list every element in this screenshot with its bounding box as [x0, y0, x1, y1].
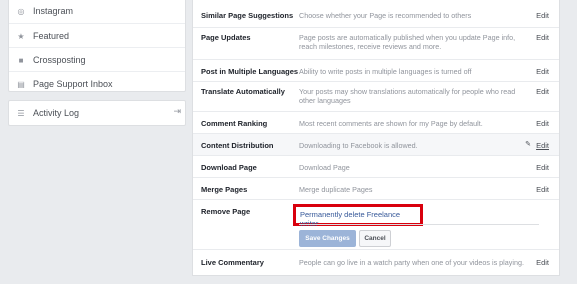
sidebar-activity-log-card: ☰ Activity Log ⇥ [8, 100, 186, 126]
sidebar-item-featured[interactable]: ★ Featured [9, 23, 185, 48]
divider [299, 224, 539, 225]
setting-description: Ability to write posts in multiple langu… [299, 67, 472, 76]
setting-label: Page Updates [201, 33, 251, 42]
edit-link[interactable]: Edit [536, 185, 549, 194]
setting-label: Translate Automatically [201, 87, 285, 96]
setting-row-translate-automatically: Translate Automatically Your posts may s… [193, 81, 559, 112]
setting-row-post-in-multiple-languages: Post in Multiple Languages Ability to wr… [193, 59, 559, 82]
video-camera-icon: ■ [18, 55, 24, 65]
setting-row-content-distribution: Content Distribution Downloading to Face… [193, 133, 559, 156]
setting-row-download-page: Download Page Download Page Edit [193, 155, 559, 178]
sidebar-menu: ◎ Instagram ★ Featured ■ Crossposting ▤ … [8, 0, 186, 92]
setting-row-comment-ranking: Comment Ranking Most recent comments are… [193, 111, 559, 134]
edit-link[interactable]: Edit [536, 33, 549, 42]
setting-row-remove-page: Remove Page Permanently delete Freelance… [193, 199, 559, 250]
setting-label: Merge Pages [201, 185, 248, 194]
setting-label: Comment Ranking [201, 119, 268, 128]
delete-page-highlight: Permanently delete Freelance writer [293, 204, 423, 228]
setting-label: Similar Page Suggestions [201, 11, 294, 20]
setting-row-live-commentary: Live Commentary People can go live in a … [193, 249, 559, 276]
edit-link[interactable]: Edit [536, 67, 549, 76]
sidebar-item-instagram[interactable]: ◎ Instagram [9, 0, 185, 23]
setting-label: Content Distribution [201, 141, 274, 150]
star-icon: ★ [17, 31, 25, 41]
sidebar-item-label: Activity Log [33, 108, 80, 118]
sidebar-item-label: Crossposting [33, 55, 86, 65]
setting-description: Page posts are automatically published w… [299, 33, 516, 51]
setting-row-similar-page-suggestions: Similar Page Suggestions Choose whether … [193, 0, 559, 27]
setting-row-page-updates: Page Updates Page posts are automaticall… [193, 27, 559, 60]
setting-row-merge-pages: Merge Pages Merge duplicate Pages Edit [193, 177, 559, 200]
cancel-button[interactable]: Cancel [359, 230, 391, 247]
sidebar-item-label: Featured [33, 31, 70, 41]
setting-label: Live Commentary [201, 258, 264, 267]
setting-description: Merge duplicate Pages [299, 185, 373, 194]
edit-link[interactable]: Edit [536, 258, 549, 267]
list-icon: ☰ [17, 108, 25, 118]
edit-link[interactable]: Edit [536, 87, 549, 96]
pencil-icon[interactable]: ✎ [525, 140, 531, 148]
edit-link[interactable]: Edit [536, 141, 549, 150]
save-changes-button[interactable]: Save Changes [299, 230, 356, 247]
open-arrow-icon[interactable]: ⇥ [173, 106, 181, 117]
setting-description: Choose whether your Page is recommended … [299, 11, 472, 20]
inbox-icon: ▤ [17, 79, 25, 89]
edit-link[interactable]: Edit [536, 119, 549, 128]
sidebar-item-label: Instagram [33, 6, 74, 16]
setting-description: Most recent comments are shown for my Pa… [299, 119, 483, 128]
sidebar-item-page-support-inbox[interactable]: ▤ Page Support Inbox [9, 71, 185, 96]
edit-link[interactable]: Edit [536, 163, 549, 172]
sidebar-item-crossposting[interactable]: ■ Crossposting [9, 47, 185, 72]
permanently-delete-link[interactable]: Permanently delete Freelance writer [300, 210, 420, 228]
instagram-icon: ◎ [17, 6, 25, 16]
page-settings-panel: Similar Page Suggestions Choose whether … [192, 0, 560, 276]
setting-label: Post in Multiple Languages [201, 67, 299, 76]
sidebar-item-activity-log[interactable]: ☰ Activity Log [9, 101, 185, 125]
setting-description: Downloading to Facebook is allowed. [299, 141, 418, 150]
edit-link[interactable]: Edit [536, 11, 549, 20]
setting-label: Remove Page [201, 207, 251, 216]
setting-description: Your posts may show translations automat… [299, 87, 516, 105]
setting-label: Download Page [201, 163, 257, 172]
setting-description: People can go live in a watch party when… [299, 258, 524, 267]
sidebar-item-label: Page Support Inbox [33, 79, 113, 89]
setting-description: Download Page [299, 163, 350, 172]
